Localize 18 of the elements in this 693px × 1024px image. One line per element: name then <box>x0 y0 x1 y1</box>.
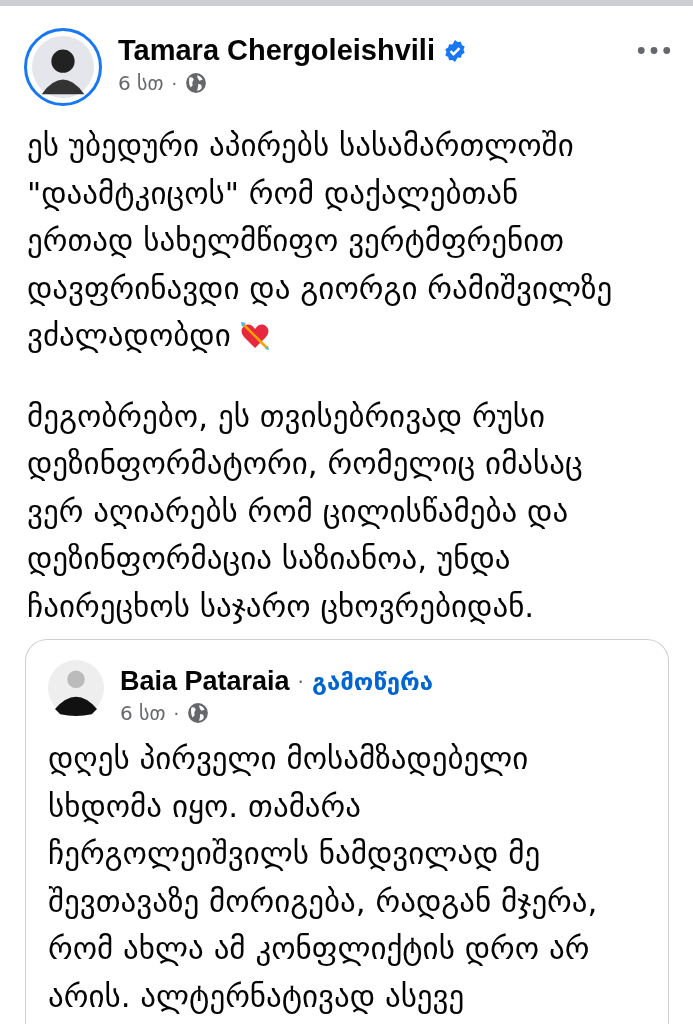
separator-dot: · <box>171 72 178 94</box>
globe-icon[interactable] <box>185 72 208 94</box>
post-paragraph: ეს უბედური აპირებს სასამართლოში "დაამტკიცოს" რომ დაქალებთან ერთად სახელმწიფო ვერტმფრენით დავფრინავდი და გიორგი რამიშვილზე ვძალადობდი <box>27 126 614 355</box>
follow-link[interactable]: გამოწერა <box>311 667 433 696</box>
author-name[interactable]: Tamara Chergoleishvili <box>118 34 435 67</box>
shared-post-card[interactable]: Baia Pataraia · გამოწერა 6 სთ · დღეს პირველი მოსამზადებელი სხდომა იყო. თამარა ჩერგოლეიშვილს ნამდვილად მე შევთავაზე მორიგება, რადგან მჯერა, რომ ახლა ამ კონფლიქტის დრო არ არის. ალტერნატივად ასევე <box>25 639 669 1024</box>
author-name[interactable]: Baia Pataraia <box>120 666 290 697</box>
globe-icon[interactable] <box>187 702 210 724</box>
more-options-icon[interactable] <box>637 46 671 55</box>
post-paragraph: მეგობრებო, ეს თვისებრივად რუსი დეზინფორმატორი, რომელიც იმასაც ვერ აღიარებს რომ ცილისწამება და დეზინფორმაცია საზიანოა, უნდა ჩაირეცხოს საჯარო ცხოვრებიდან. <box>27 396 584 626</box>
heart-arrow-icon <box>238 320 271 352</box>
avatar-icon[interactable] <box>48 660 104 716</box>
separator-dot: · <box>297 669 304 694</box>
post-time[interactable]: 6 სთ <box>118 71 164 95</box>
shared-post-text: დღეს პირველი მოსამზადებელი სხდომა იყო. თამარა ჩერგოლეიშვილს ნამდვილად მე შევთავაზე მორიგება, რადგან მჯერა, რომ ახლა ამ კონფლიქტის დრო არ არის. ალტერნატივად ასევე <box>48 739 599 1016</box>
post-time[interactable]: 6 სთ <box>120 701 166 725</box>
separator-dot: · <box>173 702 180 724</box>
avatar-icon[interactable] <box>32 36 94 98</box>
